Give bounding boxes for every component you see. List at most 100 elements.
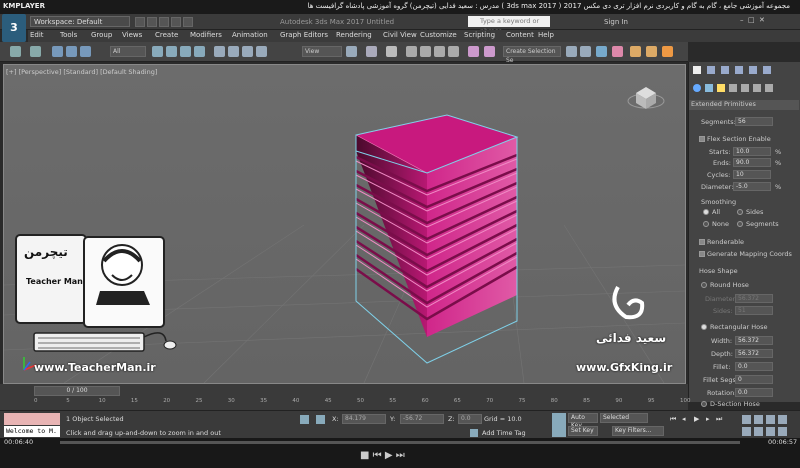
unlink-button[interactable] xyxy=(66,46,77,57)
add-time-tag-button[interactable]: Add Time Tag xyxy=(482,429,526,437)
maximize-icon[interactable]: □ xyxy=(748,16,755,24)
play-icon[interactable]: ▶ xyxy=(694,415,699,423)
zoom-icon[interactable] xyxy=(742,415,751,424)
dsection-hose-radio[interactable] xyxy=(701,401,707,407)
fillet-spinner[interactable]: 0.0 xyxy=(735,362,773,371)
angle-snap-button[interactable] xyxy=(420,46,431,57)
time-ruler[interactable]: 0 5 10 15 20 25 30 35 40 45 50 55 60 65 70 75 80 85 90 95 10… xyxy=(34,398,691,408)
modify-tab-icon[interactable] xyxy=(707,66,715,74)
flex-section-checkbox[interactable] xyxy=(699,136,705,142)
systems-icon[interactable] xyxy=(765,84,773,92)
rect-hose-radio[interactable] xyxy=(701,324,707,330)
maxscript-listener-top[interactable] xyxy=(4,413,60,425)
smoothing-segments-radio[interactable] xyxy=(737,221,743,227)
menu-group[interactable]: Group xyxy=(91,31,112,39)
go-start-icon[interactable]: ⏮ xyxy=(670,415,676,424)
depth-spinner[interactable]: 56.372 xyxy=(735,349,773,358)
z-coordinate-field[interactable]: 0.0 xyxy=(458,414,482,424)
save-file-icon[interactable] xyxy=(159,17,169,27)
sign-in-link[interactable]: Sign In xyxy=(604,18,628,26)
utilities-tab-icon[interactable] xyxy=(763,66,771,74)
zoom-extents-all-icon[interactable] xyxy=(778,415,787,424)
sides-spinner[interactable]: 51 xyxy=(735,306,773,315)
place-button[interactable] xyxy=(256,46,267,57)
flex-diameter-spinner[interactable]: -5.0 xyxy=(733,182,771,191)
spinner-snap-button[interactable] xyxy=(448,46,459,57)
player-play-icon[interactable]: ▶ xyxy=(385,450,393,461)
render-setup-button[interactable] xyxy=(630,46,641,57)
key-selection-dropdown[interactable]: Selected xyxy=(600,413,648,423)
menu-civil-view[interactable]: Civil View xyxy=(383,31,417,39)
renderable-checkbox[interactable] xyxy=(699,239,705,245)
hierarchy-tab-icon[interactable] xyxy=(721,66,729,74)
zoom-extents-icon[interactable] xyxy=(766,415,775,424)
player-next-icon[interactable]: ⏭ xyxy=(396,450,405,461)
y-coordinate-field[interactable]: -56.72 xyxy=(400,414,444,424)
minimize-icon[interactable]: – xyxy=(740,16,744,24)
viewport-label[interactable]: [+] [Perspective] [Standard] [Default Sh… xyxy=(6,68,157,76)
snaps-toggle-button[interactable] xyxy=(406,46,417,57)
player-seek-bar[interactable] xyxy=(60,441,740,444)
round-hose-radio[interactable] xyxy=(701,282,707,288)
new-file-icon[interactable] xyxy=(135,17,145,27)
next-frame-icon[interactable]: ▸ xyxy=(706,415,710,423)
width-spinner[interactable]: 56.372 xyxy=(735,336,773,345)
redo-button[interactable] xyxy=(30,46,41,57)
move-button[interactable] xyxy=(214,46,225,57)
keyboard-shortcut-button[interactable] xyxy=(386,46,397,57)
go-end-icon[interactable]: ⏭ xyxy=(716,415,722,424)
material-editor-button[interactable] xyxy=(612,46,623,57)
align-button[interactable] xyxy=(566,46,577,57)
geometry-icon[interactable] xyxy=(693,84,701,92)
menu-help[interactable]: Help xyxy=(538,31,554,39)
starts-spinner[interactable]: 10.0 xyxy=(733,147,771,156)
pivot-center-button[interactable] xyxy=(346,46,357,57)
render-button[interactable] xyxy=(662,46,673,57)
rotate-button[interactable] xyxy=(228,46,239,57)
player-prev-icon[interactable]: ⏮ xyxy=(373,450,382,461)
select-object-button[interactable] xyxy=(152,46,163,57)
menu-content[interactable]: Content xyxy=(506,31,534,39)
set-key-button[interactable]: Set Key xyxy=(568,426,598,436)
menu-modifiers[interactable]: Modifiers xyxy=(190,31,222,39)
motion-tab-icon[interactable] xyxy=(735,66,743,74)
undo-icon[interactable] xyxy=(171,17,181,27)
prev-frame-icon[interactable]: ◂ xyxy=(682,415,686,423)
menu-graph-editors[interactable]: Graph Editors xyxy=(280,31,328,39)
pan-icon[interactable] xyxy=(754,427,763,436)
maximize-viewport-icon[interactable] xyxy=(778,427,787,436)
workspace-dropdown[interactable]: Workspace: Default xyxy=(30,16,130,27)
menu-tools[interactable]: Tools xyxy=(60,31,77,39)
helpers-icon[interactable] xyxy=(741,84,749,92)
cameras-icon[interactable] xyxy=(729,84,737,92)
selection-set-dropdown[interactable]: Create Selection Se xyxy=(503,46,561,64)
lock-selection-icon[interactable] xyxy=(300,415,309,424)
time-slider[interactable]: 0 / 100 xyxy=(34,386,120,396)
ends-spinner[interactable]: 90.0 xyxy=(733,158,771,167)
mirror-button[interactable] xyxy=(484,46,495,57)
undo-button[interactable] xyxy=(10,46,21,57)
display-tab-icon[interactable] xyxy=(749,66,757,74)
bind-spacewarp-button[interactable] xyxy=(80,46,91,57)
perspective-viewport[interactable]: تیچرمن Teacher Man www.TeacherMan.ir سعی… xyxy=(3,64,686,384)
rect-selection-button[interactable] xyxy=(180,46,191,57)
reference-coord-dropdown[interactable]: View xyxy=(302,46,342,57)
search-input[interactable]: Type a keyword or phrase xyxy=(468,16,550,35)
window-crossing-button[interactable] xyxy=(194,46,205,57)
zoom-all-icon[interactable] xyxy=(754,415,763,424)
rendered-frame-button[interactable] xyxy=(646,46,657,57)
select-manipulate-button[interactable] xyxy=(366,46,377,57)
smoothing-all-radio[interactable] xyxy=(703,209,709,215)
menu-edit[interactable]: Edit xyxy=(30,31,44,39)
round-diameter-spinner[interactable]: 56.372 xyxy=(735,294,773,303)
smoothing-none-radio[interactable] xyxy=(703,221,709,227)
layer-explorer-button[interactable] xyxy=(580,46,591,57)
segments-spinner[interactable]: 56 xyxy=(735,117,773,126)
rotation-spinner[interactable]: 0.0 xyxy=(735,388,773,397)
named-selection-button[interactable] xyxy=(468,46,479,57)
menu-scripting[interactable]: Scripting xyxy=(464,31,495,39)
x-coordinate-field[interactable]: 84.179 xyxy=(342,414,386,424)
auto-key-button[interactable]: Auto Key xyxy=(568,413,598,429)
close-icon[interactable]: ✕ xyxy=(759,16,765,24)
orbit-icon[interactable] xyxy=(766,427,775,436)
